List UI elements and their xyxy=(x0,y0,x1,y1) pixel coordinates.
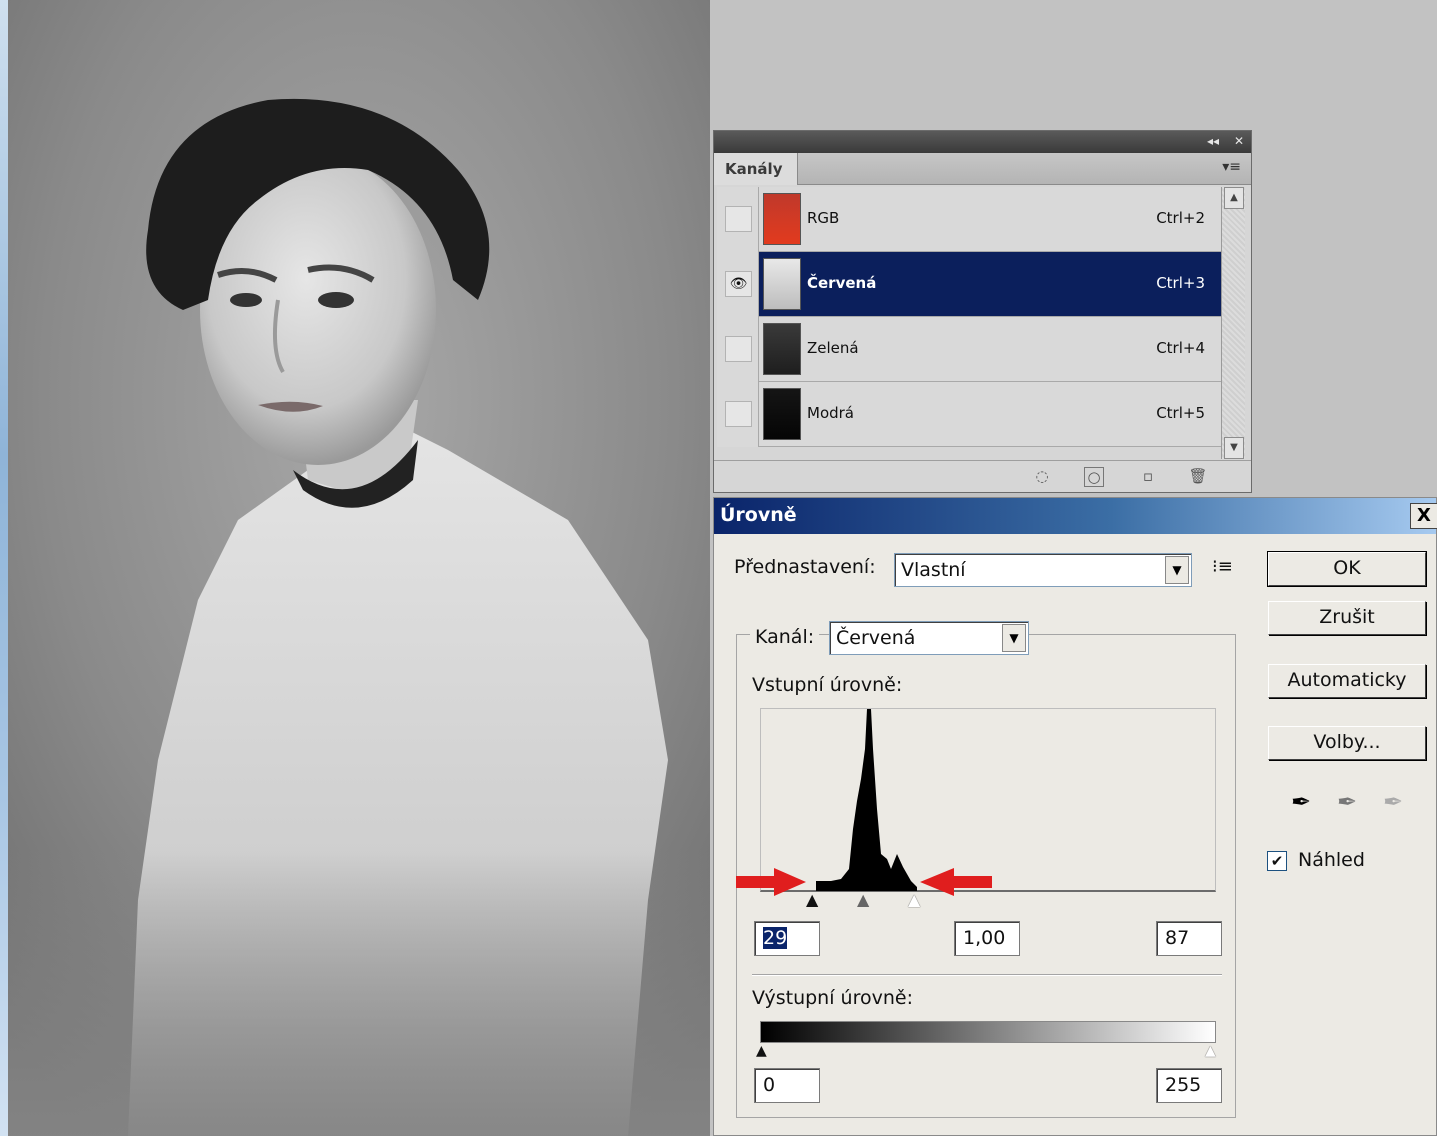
channel-shortcut: Ctrl+2 xyxy=(1156,209,1205,227)
channels-panel: ◂◂ ✕ Kanály ▾≡ RGB Ctrl+2 👁 Červená Ctrl… xyxy=(713,130,1252,493)
channel-name: Zelená xyxy=(807,339,859,357)
channel-thumbnail xyxy=(763,323,801,375)
dotted-circle-icon[interactable]: ◌ xyxy=(1032,467,1052,487)
annotation-arrows xyxy=(736,868,992,896)
tab-channels[interactable]: Kanály xyxy=(714,153,798,185)
channel-shortcut: Ctrl+5 xyxy=(1156,404,1205,422)
portrait-image xyxy=(8,0,710,1136)
channel-name: Červená xyxy=(807,274,877,292)
red-arrow-right-icon xyxy=(736,868,806,896)
channel-list: RGB Ctrl+2 👁 Červená Ctrl+3 Zelená Ctrl+… xyxy=(717,187,1223,449)
channel-thumbnail xyxy=(763,258,801,310)
photo-canvas[interactable] xyxy=(8,0,710,1136)
channel-name: Modrá xyxy=(807,404,854,422)
black-eyedropper-icon[interactable]: ✒ xyxy=(1286,788,1316,820)
channel-label: Kanál: xyxy=(750,626,820,648)
output-white-field[interactable]: 255 xyxy=(1156,1068,1222,1103)
panel-bottombar: ◌ ○ ▫ 🗑 xyxy=(714,460,1251,492)
dialog-titlebar: Úrovně X xyxy=(714,498,1437,534)
preset-label: Přednastavení: xyxy=(734,556,876,578)
preset-select[interactable]: Vlastní ▼ xyxy=(894,553,1192,587)
channel-thumbnail xyxy=(763,388,801,440)
channel-shortcut: Ctrl+3 xyxy=(1156,274,1205,292)
input-black-value: 29 xyxy=(763,927,788,949)
trash-icon[interactable]: 🗑 xyxy=(1188,467,1208,487)
dialog-title: Úrovně xyxy=(720,504,797,526)
panel-menu-icon[interactable]: ▾≡ xyxy=(1222,159,1241,175)
cancel-button[interactable]: Zrušit xyxy=(1268,601,1426,635)
channel-name: RGB xyxy=(807,209,840,227)
channel-row-rgb[interactable]: RGB Ctrl+2 xyxy=(717,187,1223,252)
input-white-field[interactable]: 87 xyxy=(1156,921,1222,956)
panel-titlebar: ◂◂ ✕ xyxy=(714,131,1251,153)
input-gamma-field[interactable]: 1,00 xyxy=(954,921,1020,956)
input-white-value: 87 xyxy=(1165,927,1190,949)
output-black-value: 0 xyxy=(763,1074,776,1096)
gray-eyedropper-icon[interactable]: ✒ xyxy=(1332,788,1362,820)
ok-button[interactable]: OK xyxy=(1267,551,1427,587)
channel-row-green[interactable]: Zelená Ctrl+4 xyxy=(717,317,1223,382)
options-button[interactable]: Volby... xyxy=(1268,726,1426,760)
close-icon[interactable]: ✕ xyxy=(1234,134,1244,148)
separator xyxy=(752,974,1222,976)
close-button[interactable]: X xyxy=(1410,503,1437,529)
output-white-value: 255 xyxy=(1165,1074,1202,1096)
channel-row-red[interactable]: 👁 Červená Ctrl+3 xyxy=(717,252,1223,317)
input-levels-label: Vstupní úrovně: xyxy=(752,674,903,696)
histogram xyxy=(760,708,1216,892)
mask-icon[interactable]: ○ xyxy=(1084,467,1104,487)
output-gradient-bar xyxy=(760,1021,1216,1043)
scroll-down-icon[interactable]: ▼ xyxy=(1224,437,1244,459)
input-black-field[interactable]: 29 xyxy=(754,921,820,956)
preset-value: Vlastní xyxy=(901,559,966,581)
preview-label: Náhled xyxy=(1298,849,1365,871)
visibility-toggle[interactable] xyxy=(725,336,752,362)
new-channel-icon[interactable]: ▫ xyxy=(1138,467,1158,487)
white-eyedropper-icon[interactable]: ✒ xyxy=(1378,788,1408,820)
eye-icon[interactable]: 👁 xyxy=(725,271,752,297)
channel-row-blue[interactable]: Modrá Ctrl+5 xyxy=(717,382,1223,447)
visibility-toggle[interactable] xyxy=(725,206,752,232)
red-arrow-left-icon xyxy=(920,868,992,896)
input-gamma-value: 1,00 xyxy=(963,927,1006,949)
visibility-toggle[interactable] xyxy=(725,401,752,427)
screen: ◂◂ ✕ Kanály ▾≡ RGB Ctrl+2 👁 Červená Ctrl… xyxy=(0,0,1437,1136)
channel-scrollbar[interactable]: ▲ ▼ xyxy=(1221,187,1245,459)
channel-shortcut: Ctrl+4 xyxy=(1156,339,1205,357)
preview-checkbox[interactable]: ✔ xyxy=(1267,851,1287,871)
chevron-down-icon[interactable]: ▼ xyxy=(1002,624,1026,652)
auto-button[interactable]: Automaticky xyxy=(1268,664,1426,698)
output-black-slider[interactable]: ▲ xyxy=(756,1043,767,1059)
histogram-graph xyxy=(816,709,917,891)
preset-options-icon[interactable]: ⁝≡ xyxy=(1212,556,1233,577)
desktop-edge xyxy=(0,0,8,1136)
output-white-slider[interactable]: ▲ xyxy=(1205,1043,1216,1059)
output-levels-label: Výstupní úrovně: xyxy=(752,987,913,1009)
channel-value: Červená xyxy=(836,627,916,649)
channel-select[interactable]: Červená ▼ xyxy=(829,621,1029,655)
chevron-down-icon[interactable]: ▼ xyxy=(1165,556,1189,584)
panel-tabrow: Kanály ▾≡ xyxy=(714,153,1251,185)
output-black-field[interactable]: 0 xyxy=(754,1068,820,1103)
levels-dialog: Úrovně X Přednastavení: Vlastní ▼ ⁝≡ Kan… xyxy=(713,497,1437,1136)
collapse-icon[interactable]: ◂◂ xyxy=(1207,134,1219,148)
scroll-up-icon[interactable]: ▲ xyxy=(1224,187,1244,209)
channel-thumbnail xyxy=(763,193,801,245)
